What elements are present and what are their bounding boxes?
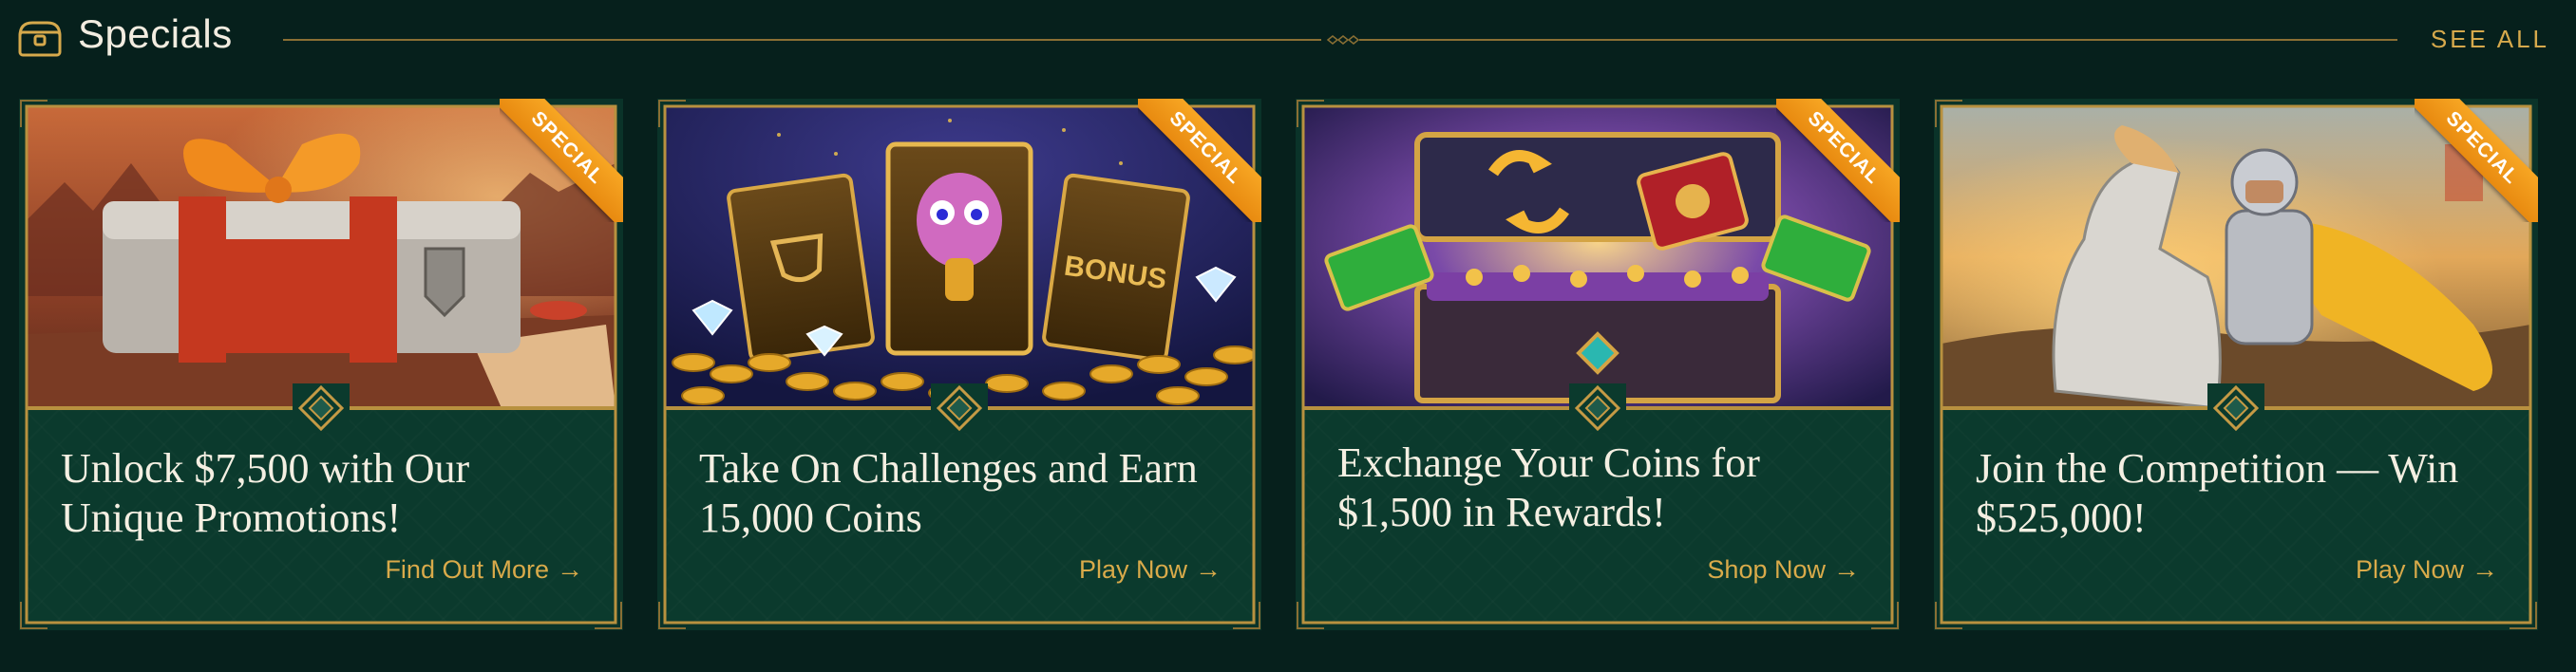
special-card[interactable]: Unlock $7,500 with Our Unique Promotions… (19, 99, 623, 630)
card-title: Take On Challenges and Earn 15,000 Coins (699, 445, 1198, 541)
chest-icon (18, 21, 62, 57)
arrow-right-icon: → (1833, 554, 1860, 584)
card-title: Exchange Your Coins for $1,500 in Reward… (1337, 439, 1760, 535)
special-badge: SPECIAL (1138, 99, 1261, 222)
card-body: Take On Challenges and Earn 15,000 Coins… (665, 410, 1254, 623)
special-card[interactable]: Exchange Your Coins for $1,500 in Reward… (1296, 99, 1900, 630)
special-card[interactable]: BONUS Take On Challenges and Earn 15,000 (657, 99, 1261, 630)
arrow-right-icon: → (557, 554, 583, 584)
header-divider (283, 35, 2397, 45)
section-title: Specials (78, 11, 233, 56)
special-badge-label: SPECIAL (2415, 99, 2538, 222)
special-card[interactable]: Join the Competition — Win $525,000! Pla… (1934, 99, 2538, 630)
card-title: Unlock $7,500 with Our Unique Promotions… (61, 445, 470, 541)
play-now-link[interactable]: Play Now → (2356, 554, 2498, 585)
arrow-right-icon: → (1195, 554, 1222, 584)
cta-label: Play Now (2355, 554, 2464, 584)
cta-label: Find Out More (385, 554, 549, 584)
card-body: Join the Competition — Win $525,000! Pla… (1941, 410, 2530, 623)
play-now-link[interactable]: Play Now → (1079, 554, 1222, 585)
cta-label: Play Now (1078, 554, 1187, 584)
diamond-emblem-icon (293, 383, 350, 433)
find-out-more-link[interactable]: Find Out More → (385, 554, 583, 585)
card-title: Join the Competition — Win $525,000! (1976, 445, 2459, 541)
diamond-emblem-icon (1569, 383, 1626, 433)
arrow-right-icon: → (2472, 554, 2498, 584)
special-badge: SPECIAL (1776, 99, 1900, 222)
cta-label: Shop Now (1707, 554, 1826, 584)
special-badge-label: SPECIAL (1138, 99, 1261, 222)
section-header: Specials SEE ALL (0, 0, 2576, 78)
diamond-emblem-icon (2207, 383, 2264, 433)
see-all-link[interactable]: SEE ALL (2431, 25, 2549, 54)
special-badge-label: SPECIAL (500, 99, 623, 222)
diamond-emblem-icon (931, 383, 988, 433)
card-body: Exchange Your Coins for $1,500 in Reward… (1303, 410, 1892, 623)
shop-now-link[interactable]: Shop Now → (1707, 554, 1860, 585)
special-badge: SPECIAL (500, 99, 623, 222)
special-badge-label: SPECIAL (1776, 99, 1900, 222)
special-badge: SPECIAL (2415, 99, 2538, 222)
card-body: Unlock $7,500 with Our Unique Promotions… (27, 410, 616, 623)
specials-card-row: Unlock $7,500 with Our Unique Promotions… (19, 99, 2565, 630)
